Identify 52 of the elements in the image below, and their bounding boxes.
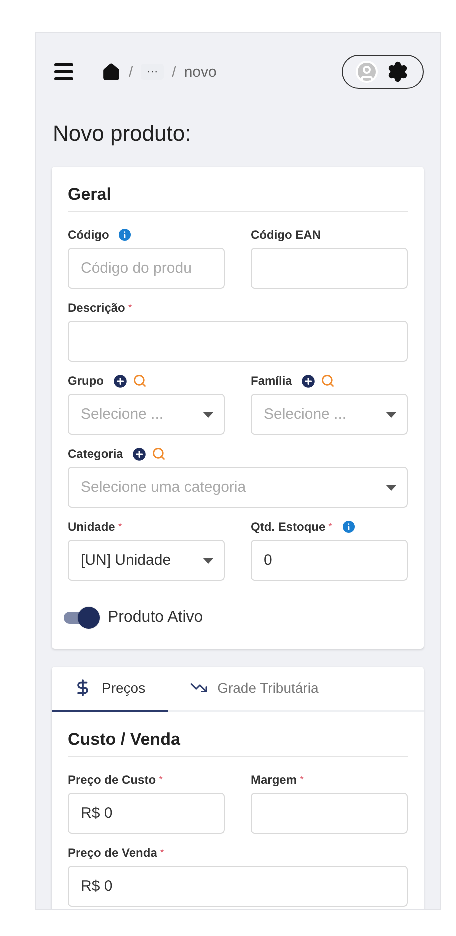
section-title: Custo / Venda	[68, 730, 408, 757]
search-icon[interactable]	[321, 374, 336, 388]
field-label: Família	[251, 374, 292, 388]
field-label: Grupo	[68, 374, 104, 388]
section-title: Geral	[68, 185, 408, 212]
required-mark: *	[159, 774, 163, 786]
input-field[interactable]: 0	[251, 540, 408, 581]
search-icon[interactable]	[152, 447, 166, 461]
add-icon[interactable]	[131, 446, 148, 462]
avatar-icon	[355, 60, 379, 84]
field-label: Código	[68, 228, 110, 242]
breadcrumb-separator: /	[129, 64, 134, 80]
required-mark: *	[118, 522, 122, 532]
field-label: Preço de Venda	[68, 846, 158, 860]
caret-icon	[203, 558, 214, 564]
field-label: Código EAN	[251, 228, 321, 242]
breadcrumb-separator: /	[172, 64, 176, 80]
required-mark: *	[300, 774, 304, 786]
page-title: Novo produto:	[53, 121, 192, 147]
info-icon[interactable]	[340, 519, 357, 535]
field-label: Descrição	[68, 301, 126, 315]
home-icon[interactable]	[102, 62, 121, 82]
caret-icon	[386, 412, 397, 418]
caret-icon	[386, 484, 397, 490]
add-icon[interactable]	[112, 372, 129, 390]
input-field[interactable]	[251, 793, 408, 834]
input-field[interactable]	[68, 321, 408, 362]
info-icon[interactable]	[117, 227, 134, 243]
input-field[interactable]: Código do produ	[68, 248, 225, 289]
field-label: Qtd. Estoque	[251, 520, 326, 534]
field-label: Categoria	[68, 447, 124, 461]
input-field[interactable]: R$ 0	[68, 866, 408, 907]
required-mark: *	[128, 302, 132, 314]
search-icon[interactable]	[133, 374, 147, 388]
settings-icon	[387, 61, 409, 83]
input-field[interactable]: R$ 0	[68, 793, 225, 834]
caret-icon	[203, 412, 214, 418]
required-mark: *	[328, 522, 333, 532]
toggle-switch[interactable]	[64, 607, 100, 629]
select-field[interactable]: [UN] Unidade	[68, 540, 225, 581]
toggle-label: Produto Ativo	[108, 609, 204, 627]
field-label: Unidade	[68, 520, 116, 534]
tab[interactable]: Grade Tributária	[168, 667, 341, 712]
user-settings-button[interactable]	[342, 55, 424, 89]
field-label: Preço de Custo	[68, 773, 156, 787]
field-label: Margem	[251, 773, 298, 787]
breadcrumb-more[interactable]: ···	[141, 64, 164, 80]
breadcrumb-item: novo	[184, 64, 217, 80]
input-field[interactable]	[251, 248, 408, 289]
tab[interactable]: Preços	[52, 667, 168, 712]
add-icon[interactable]	[300, 372, 318, 390]
required-mark: *	[160, 848, 164, 858]
